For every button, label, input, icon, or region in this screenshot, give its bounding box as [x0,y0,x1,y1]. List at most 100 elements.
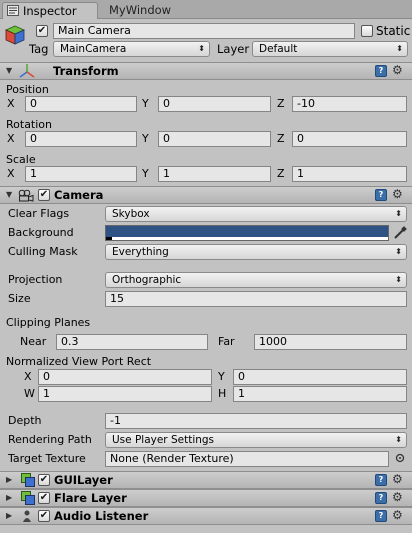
culling-mask-label: Culling Mask [8,245,78,258]
tag-dropdown[interactable]: MainCamera ⬍ [53,41,210,57]
guilayer-enabled-checkbox[interactable]: ✔ [38,474,50,486]
rendering-path-label: Rendering Path [8,433,92,446]
clear-flags-dropdown[interactable]: Skybox ⬍ [105,206,407,222]
help-icon[interactable]: ? [375,510,387,522]
culling-mask-dropdown[interactable]: Everything ⬍ [105,244,407,260]
gear-icon[interactable]: ⚙ [392,509,403,521]
audio-listener-icon [20,509,34,523]
position-x-field[interactable]: 0 [25,96,137,112]
tag-label: Tag [29,42,49,56]
updown-arrow-icon: ⬍ [395,247,402,256]
audio-listener-enabled-checkbox[interactable]: ✔ [38,510,50,522]
guilayer-icon [21,473,35,487]
fold-arrow-icon[interactable]: ▼ [6,189,12,201]
camera-title: Camera [54,188,104,202]
updown-arrow-icon: ⬍ [395,209,402,218]
scale-label: Scale [6,153,36,166]
depth-label: Depth [8,414,42,427]
rotation-y-label: Y [142,132,149,145]
size-label: Size [8,292,31,305]
tag-dropdown-value: MainCamera [60,43,127,55]
gear-icon[interactable]: ⚙ [392,64,403,76]
viewport-y-field[interactable]: 0 [233,369,407,385]
clear-flags-value: Skybox [112,208,150,220]
scale-z-field[interactable]: 1 [292,166,407,182]
fold-arrow-icon[interactable]: ▶ [6,492,12,504]
audio-listener-title: Audio Listener [54,509,149,523]
tab-mywindow[interactable]: MyWindow [104,2,194,19]
size-field[interactable]: 15 [105,291,407,307]
layer-dropdown-value: Default [259,43,298,55]
flare-layer-enabled-checkbox[interactable]: ✔ [38,492,50,504]
updown-arrow-icon: ⬍ [198,44,205,53]
rotation-y-field[interactable]: 0 [158,131,271,147]
alpha-bar [106,237,388,240]
rotation-x-field[interactable]: 0 [25,131,137,147]
viewport-x-field[interactable]: 0 [38,369,212,385]
rotation-x-label: X [7,132,15,145]
fold-arrow-icon[interactable]: ▼ [6,65,12,77]
help-icon[interactable]: ? [375,492,387,504]
eyedropper-icon[interactable] [392,225,408,241]
help-icon[interactable]: ? [375,65,387,77]
camera-enabled-checkbox[interactable]: ✔ [38,189,50,201]
scale-x-field[interactable]: 1 [25,166,137,182]
help-icon[interactable]: ? [375,189,387,201]
viewport-x-label: X [24,370,32,383]
layer-dropdown[interactable]: Default ⬍ [252,41,408,57]
far-label: Far [218,335,235,348]
culling-mask-value: Everything [112,246,169,258]
rotation-z-label: Z [277,132,285,145]
viewport-label: Normalized View Port Rect [6,355,152,368]
projection-dropdown[interactable]: Orthographic ⬍ [105,272,407,288]
scale-y-field[interactable]: 1 [158,166,271,182]
gameobject-cube-icon [4,24,26,46]
guilayer-title: GUILayer [54,473,113,487]
position-y-field[interactable]: 0 [158,96,271,112]
transform-icon [18,63,36,79]
position-y-label: Y [142,97,149,110]
active-checkbox[interactable]: ✔ [36,25,48,37]
target-texture-field[interactable]: None (Render Texture) [105,451,389,467]
viewport-y-label: Y [218,370,225,383]
position-z-field[interactable]: -10 [292,96,407,112]
background-label: Background [8,226,74,239]
static-label: Static [376,24,411,38]
camera-icon [18,189,34,202]
far-field[interactable]: 1000 [254,334,407,350]
fold-arrow-icon[interactable]: ▶ [6,474,12,486]
updown-arrow-icon: ⬍ [395,435,402,444]
flare-layer-title: Flare Layer [54,491,127,505]
alpha-bar-marker [106,237,112,240]
position-z-label: Z [277,97,285,110]
help-icon[interactable]: ? [375,474,387,486]
near-field[interactable]: 0.3 [56,334,208,350]
tab-mywindow-label: MyWindow [109,3,172,17]
flare-layer-icon [21,491,35,505]
gear-icon[interactable]: ⚙ [392,473,403,485]
background-color-swatch[interactable] [105,225,389,241]
inspector-icon [7,4,19,16]
object-name-field[interactable]: Main Camera [53,23,355,39]
viewport-w-label: W [24,387,35,400]
position-x-label: X [7,97,15,110]
viewport-h-field[interactable]: 1 [233,386,407,402]
target-texture-label: Target Texture [8,452,86,465]
position-label: Position [6,83,49,96]
projection-label: Projection [8,273,63,286]
static-checkbox[interactable] [361,25,373,37]
gear-icon[interactable]: ⚙ [392,491,403,503]
tab-inspector[interactable]: Inspector [2,2,98,19]
rotation-z-field[interactable]: 0 [292,131,407,147]
rendering-path-value: Use Player Settings [112,434,215,446]
viewport-w-field[interactable]: 1 [38,386,212,402]
gear-icon[interactable]: ⚙ [392,188,403,200]
fold-arrow-icon[interactable]: ▶ [6,510,12,522]
rendering-path-dropdown[interactable]: Use Player Settings ⬍ [105,432,407,448]
updown-arrow-icon: ⬍ [396,44,403,53]
projection-value: Orthographic [112,274,182,286]
object-picker-icon[interactable] [394,452,406,464]
depth-field[interactable]: -1 [105,413,407,429]
scale-y-label: Y [142,167,149,180]
clipping-planes-label: Clipping Planes [6,316,91,329]
